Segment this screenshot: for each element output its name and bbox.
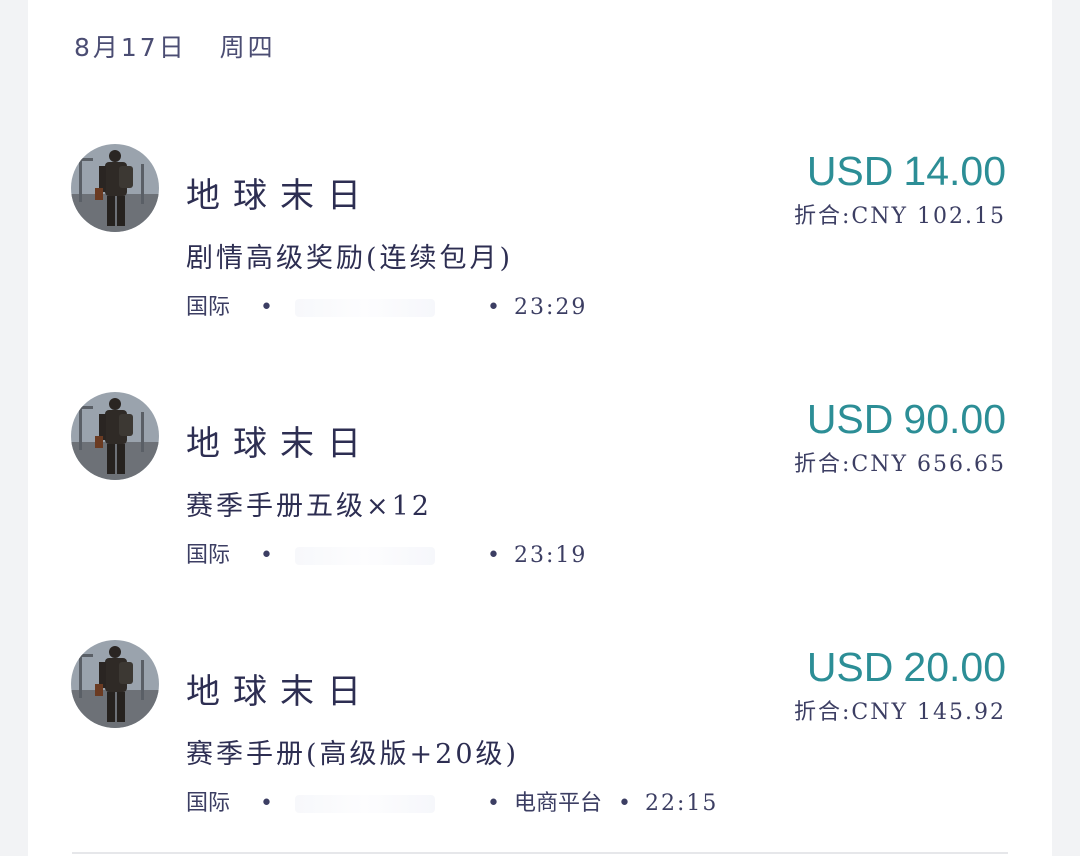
date-header: 8月17日 周四 — [74, 28, 276, 64]
currency-code: USD — [806, 644, 894, 690]
transaction-meta: 国际 • • 23:19 — [186, 537, 587, 569]
separator-dot: • — [260, 543, 273, 568]
amount: USD 90.00 — [807, 396, 1006, 443]
platform-label: 电商平台 — [513, 791, 602, 816]
transaction-row[interactable]: 地球末日 赛季手册五级×12 国际 • • 23:19 USD 90.00 折合:CNY… — [28, 392, 1052, 592]
separator-dot: • — [487, 543, 500, 568]
currency-code: USD — [806, 148, 894, 194]
transaction-row[interactable]: 地球末日 赛季手册(高级版+20级) 国际 • • 电商平台 • 22:15 USD 20.… — [28, 640, 1052, 840]
region-label: 国际 — [186, 791, 231, 816]
redacted-field — [295, 795, 435, 813]
game-avatar-icon — [71, 640, 159, 728]
converted-amount: 折合:CNY 102.15 — [794, 204, 1006, 229]
time-label: 23:19 — [513, 543, 588, 568]
divider — [72, 852, 1008, 854]
separator-dot: • — [260, 295, 273, 320]
separator-dot: • — [487, 295, 500, 320]
transaction-meta: 国际 • • 23:29 — [186, 289, 587, 321]
amount-value: 20.00 — [903, 644, 1006, 690]
redacted-field — [295, 299, 435, 317]
redacted-field — [295, 547, 435, 565]
amount-value: 14.00 — [903, 148, 1006, 194]
converted-amount: 折合:CNY 145.92 — [794, 700, 1006, 725]
date-label: 8月17日 — [74, 33, 187, 62]
time-label: 22:15 — [644, 791, 719, 816]
weekday-label: 周四 — [219, 33, 276, 62]
item-name: 剧情高级奖励(连续包月) — [186, 243, 514, 274]
currency-code: USD — [806, 396, 894, 442]
region-label: 国际 — [186, 295, 231, 320]
amount: USD 14.00 — [807, 148, 1006, 195]
game-title: 地球末日 — [186, 176, 374, 216]
transaction-meta: 国际 • • 电商平台 • 22:15 — [186, 785, 718, 817]
region-label: 国际 — [186, 543, 231, 568]
converted-amount: 折合:CNY 656.65 — [794, 452, 1006, 477]
amount-value: 90.00 — [903, 396, 1006, 442]
time-label: 23:29 — [513, 295, 588, 320]
transaction-list-card: 8月17日 周四 地球末日 剧情高级奖励(连续包月) 国际 • • 23:29 … — [28, 0, 1052, 856]
game-avatar-icon — [71, 144, 159, 232]
item-name: 赛季手册(高级版+20级) — [186, 739, 520, 770]
game-title: 地球末日 — [186, 424, 374, 464]
separator-dot: • — [487, 791, 500, 816]
separator-dot: • — [260, 791, 273, 816]
transaction-row[interactable]: 地球末日 剧情高级奖励(连续包月) 国际 • • 23:29 USD 14.00 折合:… — [28, 144, 1052, 344]
item-name: 赛季手册五级×12 — [186, 491, 432, 522]
separator-dot: • — [618, 791, 631, 816]
game-title: 地球末日 — [186, 672, 374, 712]
game-avatar-icon — [71, 392, 159, 480]
amount: USD 20.00 — [807, 644, 1006, 691]
